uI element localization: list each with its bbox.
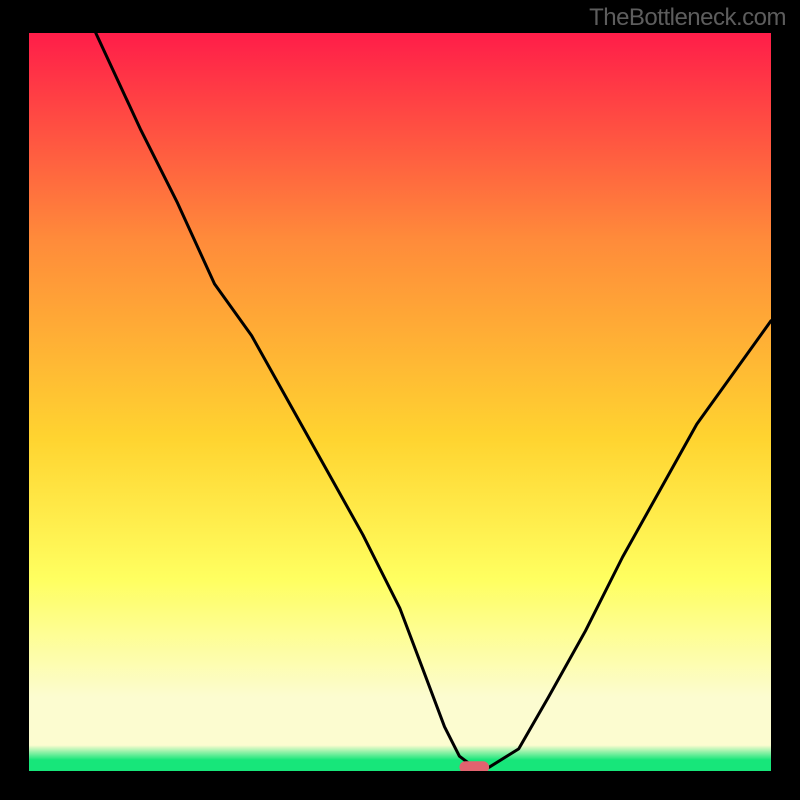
bottleneck-curve xyxy=(96,33,771,767)
chart-plot-area xyxy=(29,33,771,771)
chart-curve-layer xyxy=(29,33,771,771)
watermark-text: TheBottleneck.com xyxy=(589,4,786,32)
optimal-range-marker xyxy=(459,761,489,771)
